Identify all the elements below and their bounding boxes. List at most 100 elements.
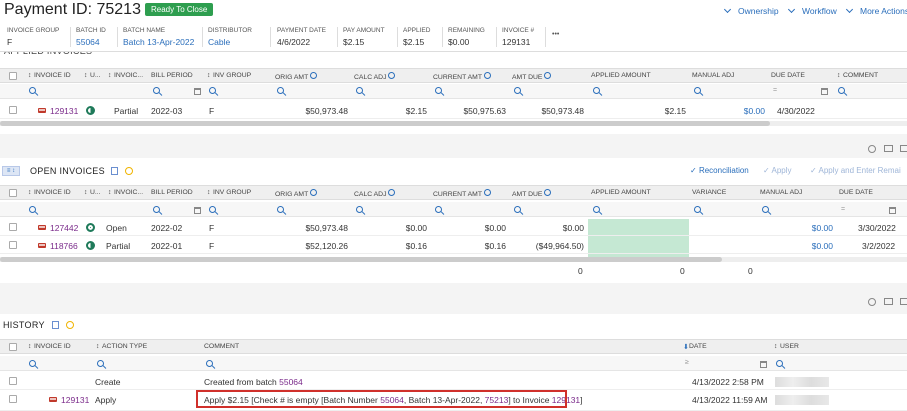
search-icon[interactable] [435, 87, 442, 94]
search-icon[interactable] [694, 87, 701, 94]
expand-icon[interactable] [900, 298, 907, 305]
invoice-id-link[interactable]: 127442 [50, 223, 78, 233]
calendar-icon[interactable] [889, 207, 896, 214]
horizontal-scrollbar[interactable] [0, 121, 770, 126]
manual-adj-link[interactable]: $0.00 [697, 106, 765, 116]
search-icon[interactable] [153, 87, 160, 94]
row-checkbox[interactable] [9, 241, 17, 249]
col-invoice-id[interactable]: INVOICE ID [34, 343, 71, 350]
invoice-id-link[interactable]: 118766 [50, 241, 78, 251]
col-applied-amount[interactable]: APPLIED AMOUNT [591, 189, 651, 196]
col-date[interactable]: DATE [689, 343, 707, 350]
more-actions-link[interactable]: More Actions [845, 5, 907, 16]
invoice-id-link[interactable]: 129131 [50, 106, 78, 116]
table-row[interactable]: 118766 Partial 2022-01 F $52,120.26 $0.1… [0, 237, 907, 254]
search-icon[interactable] [694, 206, 701, 213]
apply-enter-remaining-button[interactable]: ✓ Apply and Enter Remai [810, 166, 901, 175]
col-comment[interactable]: COMMENT [204, 343, 239, 350]
col-invoice-type[interactable]: INVOIC... [114, 72, 143, 79]
search-icon[interactable] [514, 206, 521, 213]
filter-toggle-icon[interactable]: ≡ ↕ [2, 166, 20, 176]
range-filter-icon[interactable]: ≥ [685, 359, 689, 366]
search-icon[interactable] [838, 87, 845, 94]
search-icon[interactable] [209, 87, 216, 94]
search-icon[interactable] [29, 360, 36, 367]
more-fields-button[interactable]: ••• [552, 31, 559, 38]
row-checkbox[interactable] [9, 377, 17, 385]
search-icon[interactable] [29, 87, 36, 94]
col-manual-adj[interactable]: MANUAL ADJ [760, 189, 802, 196]
search-icon[interactable] [356, 206, 363, 213]
equals-filter-icon[interactable]: = [773, 87, 777, 94]
settings-icon[interactable] [66, 321, 74, 329]
batch-id-link[interactable]: 55064 [76, 37, 106, 47]
table-row[interactable]: 127442 Open 2022-02 F $50,973.48 $0.00 $… [0, 219, 907, 236]
batch-name-link[interactable]: Batch 13-Apr-2022 [123, 37, 194, 47]
col-manual-adj[interactable]: MANUAL ADJ [692, 72, 734, 79]
col-due-date[interactable]: DUE DATE [771, 72, 805, 79]
settings-icon[interactable] [125, 167, 133, 175]
col-amt-due[interactable]: AMT DUE [512, 72, 552, 81]
col-amt-due[interactable]: AMT DUE [512, 189, 552, 198]
col-user[interactable]: USER [780, 343, 799, 350]
col-current-amt[interactable]: CURRENT AMT [433, 189, 491, 198]
refresh-icon[interactable] [868, 145, 876, 153]
search-icon[interactable] [206, 360, 213, 367]
col-variance[interactable]: VARIANCE [692, 189, 726, 196]
col-invoice-id[interactable]: INVOICE ID [34, 189, 71, 196]
table-row[interactable]: Create Created from batch 55064 4/13/202… [0, 373, 907, 390]
calendar-icon[interactable] [760, 361, 767, 368]
col-calc-adj[interactable]: CALC ADJ [354, 189, 396, 198]
invoice-id-link[interactable]: 129131 [61, 395, 89, 405]
col-bill-period[interactable]: BILL PERIOD [151, 72, 193, 79]
search-icon[interactable] [762, 206, 769, 213]
manual-adj-link[interactable]: $0.00 [765, 241, 833, 251]
search-icon[interactable] [593, 87, 600, 94]
search-icon[interactable] [776, 360, 783, 367]
col-comment[interactable]: COMMENT [843, 72, 878, 79]
select-all-checkbox[interactable] [9, 72, 17, 80]
expand-icon[interactable] [900, 145, 907, 152]
workflow-link[interactable]: Workflow [787, 5, 837, 16]
row-checkbox[interactable] [9, 395, 17, 403]
calendar-icon[interactable] [821, 88, 828, 95]
table-row[interactable]: 129131 Partial 2022-03 F $50,973.48 $2.1… [0, 102, 907, 119]
col-current-amt[interactable]: CURRENT AMT [433, 72, 491, 81]
row-checkbox[interactable] [9, 106, 17, 114]
row-checkbox[interactable] [9, 223, 17, 231]
search-icon[interactable] [277, 206, 284, 213]
col-action-type[interactable]: ACTION TYPE [102, 343, 147, 350]
select-all-checkbox[interactable] [9, 189, 17, 197]
search-icon[interactable] [593, 206, 600, 213]
col-applied-amount[interactable]: APPLIED AMOUNT [591, 72, 651, 79]
refresh-icon[interactable] [868, 298, 876, 306]
comment-icon[interactable] [884, 298, 893, 305]
apply-button[interactable]: ✓ Apply [763, 166, 792, 175]
search-icon[interactable] [356, 87, 363, 94]
select-all-checkbox[interactable] [9, 343, 17, 351]
export-icon[interactable] [52, 321, 59, 329]
col-u[interactable]: U... [90, 72, 101, 79]
col-due-date[interactable]: DUE DATE [839, 189, 873, 196]
export-icon[interactable] [111, 167, 118, 175]
distributor-link[interactable]: Cable [208, 37, 252, 47]
search-icon[interactable] [97, 360, 104, 367]
manual-adj-link[interactable]: $0.00 [765, 223, 833, 233]
comment-icon[interactable] [884, 145, 893, 152]
col-orig-amt[interactable]: ORIG AMT [275, 189, 318, 198]
col-invoice-type[interactable]: INVOIC... [114, 189, 143, 196]
search-icon[interactable] [277, 87, 284, 94]
search-icon[interactable] [435, 206, 442, 213]
ownership-link[interactable]: Ownership [723, 5, 779, 16]
equals-filter-icon[interactable]: = [841, 206, 845, 213]
col-calc-adj[interactable]: CALC ADJ [354, 72, 396, 81]
search-icon[interactable] [209, 206, 216, 213]
search-icon[interactable] [153, 206, 160, 213]
calendar-icon[interactable] [194, 88, 201, 95]
col-u[interactable]: U... [90, 189, 101, 196]
col-orig-amt[interactable]: ORIG AMT [275, 72, 318, 81]
col-inv-group[interactable]: INV GROUP [213, 72, 251, 79]
reconciliation-button[interactable]: ✓ Reconciliation [690, 166, 749, 175]
search-icon[interactable] [514, 87, 521, 94]
col-invoice-id[interactable]: INVOICE ID [34, 72, 71, 79]
